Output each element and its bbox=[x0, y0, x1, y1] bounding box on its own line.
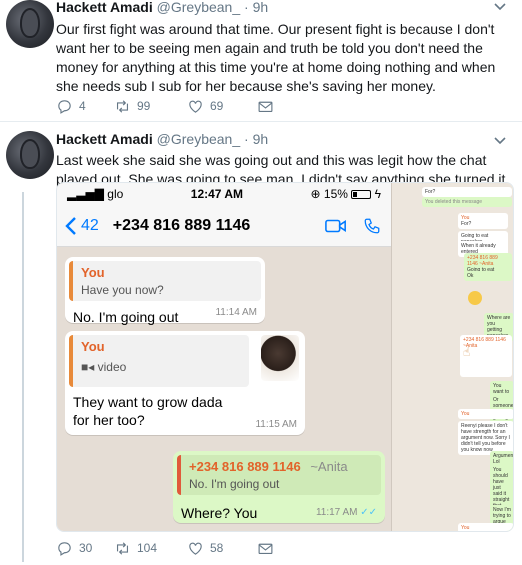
alarm-icon: ⊕ bbox=[310, 187, 321, 201]
battery-icon bbox=[351, 190, 372, 200]
video-icon: ■◂ bbox=[81, 360, 95, 374]
tweet-actions: 30 104 58 bbox=[56, 538, 274, 558]
chat-message[interactable]: You Have you now? No. I'm going out 11:1… bbox=[65, 257, 265, 325]
reply-count: 30 bbox=[79, 541, 93, 555]
carrier: ▂▃▅▇ glo bbox=[67, 187, 124, 201]
quoted-message: +234 816 889 1146 ~Anita No. I'm going o… bbox=[177, 455, 381, 495]
side-message: You For? bbox=[458, 213, 508, 229]
emoji-sticker bbox=[468, 291, 482, 305]
chat-screenshot: ▂▃▅▇ glo 12:47 AM ⊕ 15% ϟ 42 +234 816 88… bbox=[57, 183, 391, 531]
reply-count: 4 bbox=[79, 99, 86, 113]
signal-icon: ▂▃▅▇ bbox=[67, 187, 104, 201]
message-time: 11:15 AM bbox=[255, 419, 297, 430]
quoted-message: You ■◂ video bbox=[69, 335, 249, 387]
tweet-text: Our first fight was around that time. Ou… bbox=[56, 21, 496, 94]
charging-icon: ϟ bbox=[374, 187, 381, 201]
side-message: You bbox=[458, 523, 513, 531]
tweet-actions: 4 99 69 bbox=[56, 96, 274, 116]
retweet-count: 104 bbox=[137, 541, 158, 555]
side-message: You bbox=[458, 409, 513, 419]
phone-call-icon[interactable] bbox=[361, 217, 383, 235]
side-message: Ok bbox=[464, 271, 512, 281]
quoted-message: You Have you now? bbox=[69, 261, 261, 301]
retweet-icon bbox=[116, 99, 129, 113]
status-clock: 12:47 AM bbox=[190, 187, 244, 201]
author-handle[interactable]: @Greybean_ bbox=[157, 0, 240, 15]
tweet-time[interactable]: · 9h bbox=[244, 131, 268, 147]
tweet-time[interactable]: · 9h bbox=[244, 0, 268, 15]
chat-header: 42 +234 816 889 1146 bbox=[57, 205, 391, 247]
retweet-count: 99 bbox=[137, 99, 151, 113]
avatar[interactable] bbox=[6, 0, 54, 48]
chevron-down-icon[interactable] bbox=[494, 134, 506, 145]
envelope-icon bbox=[258, 101, 273, 112]
video-call-icon[interactable] bbox=[325, 217, 347, 235]
reply-button[interactable]: 4 bbox=[56, 98, 114, 115]
side-message: +234 816 889 1146 ~Anita ☝ bbox=[460, 335, 512, 377]
side-message: You deleted this message bbox=[422, 197, 512, 207]
retweet-button[interactable]: 104 bbox=[114, 540, 187, 557]
chat-message[interactable]: +234 816 889 1146 ~Anita No. I'm going o… bbox=[173, 451, 385, 523]
read-ticks-icon: ✓✓ bbox=[360, 507, 377, 518]
chat-contact[interactable]: +234 816 889 1146 bbox=[113, 217, 250, 235]
unread-count: 42 bbox=[81, 216, 99, 234]
battery: ⊕ 15% ϟ bbox=[310, 187, 381, 201]
heart-icon bbox=[189, 100, 202, 113]
chevron-left-icon bbox=[65, 216, 76, 235]
chat-message[interactable]: You ■◂ video They want to grow dada for … bbox=[65, 331, 305, 435]
like-button[interactable]: 69 bbox=[187, 98, 257, 115]
author-name[interactable]: Hackett Amadi bbox=[56, 0, 153, 15]
heart-icon bbox=[189, 542, 202, 555]
tweet[interactable]: Hackett Amadi @Greybean_ · 9h Last week … bbox=[0, 122, 522, 565]
author-handle[interactable]: @Greybean_ bbox=[157, 131, 240, 147]
like-count: 69 bbox=[210, 99, 224, 113]
reply-button[interactable]: 30 bbox=[56, 540, 114, 557]
retweet-icon bbox=[116, 541, 129, 555]
avatar[interactable] bbox=[6, 131, 54, 179]
message-time: 11:14 AM bbox=[215, 307, 257, 318]
tweet-media[interactable]: ▂▃▅▇ glo 12:47 AM ⊕ 15% ϟ 42 +234 816 88… bbox=[56, 182, 514, 532]
author-name[interactable]: Hackett Amadi bbox=[56, 131, 153, 147]
message-button[interactable] bbox=[257, 98, 274, 115]
back-button[interactable]: 42 bbox=[65, 216, 99, 236]
tweet-header: Hackett Amadi @Greybean_ · 9h bbox=[56, 0, 268, 15]
side-message: Reenyi please I don't have strength for … bbox=[458, 421, 513, 455]
video-thumbnail[interactable] bbox=[261, 335, 299, 381]
reply-icon bbox=[58, 99, 71, 114]
tweet-header: Hackett Amadi @Greybean_ · 9h bbox=[56, 131, 268, 147]
like-count: 58 bbox=[210, 541, 224, 555]
chevron-down-icon[interactable] bbox=[494, 0, 506, 11]
side-message: For? bbox=[422, 187, 512, 197]
secondary-chat-screenshot: For? You deleted this message You For? Go… bbox=[391, 183, 513, 531]
message-time: 11:17 AM ✓✓ bbox=[315, 507, 377, 518]
message-button[interactable] bbox=[257, 540, 274, 557]
thread-line bbox=[22, 192, 24, 562]
like-button[interactable]: 58 bbox=[187, 540, 257, 557]
envelope-icon bbox=[258, 543, 273, 554]
pointing-hand-icon: ☝ bbox=[463, 345, 471, 359]
retweet-button[interactable]: 99 bbox=[114, 98, 187, 115]
message-text: They want to grow dada for her too? bbox=[73, 394, 223, 428]
status-bar: ▂▃▅▇ glo 12:47 AM ⊕ 15% ϟ bbox=[57, 183, 391, 205]
reply-icon bbox=[58, 541, 71, 556]
tweet[interactable]: Hackett Amadi @Greybean_ · 9h Our first … bbox=[0, 0, 522, 122]
